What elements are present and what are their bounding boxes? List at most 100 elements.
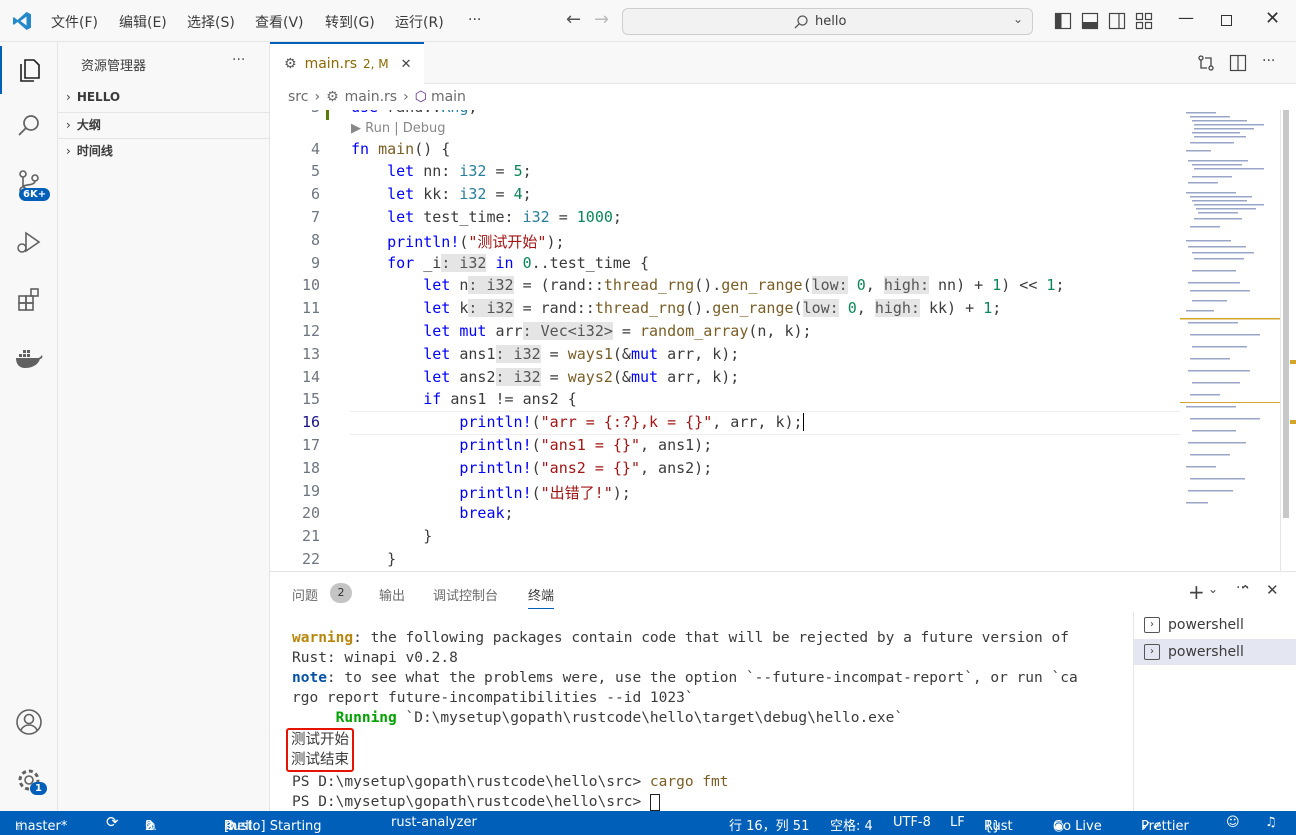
- menu-go[interactable]: 转到(G): [325, 12, 375, 32]
- code-line: let ans1: i32 = ways1(&mut arr, k);: [423, 345, 740, 363]
- menu-more[interactable]: ···: [468, 12, 481, 28]
- status-bar: ⑂ master* ⟳ ⊗ 0 ⚠ 2 Rust: ⚙ [hello] Start…: [0, 811, 1296, 835]
- explorer-activity[interactable]: [0, 46, 58, 94]
- terminal-item-label: powershell: [1168, 617, 1244, 633]
- chevron-down-icon[interactable]: ⌄: [1013, 12, 1023, 26]
- search-activity[interactable]: [0, 102, 58, 150]
- chevron-right-icon: ›: [66, 143, 71, 158]
- codelens-run-debug[interactable]: ▶ Run | Debug: [351, 121, 445, 136]
- section-outline[interactable]: › 大纲: [58, 112, 269, 136]
- breadcrumb: src › ⚙ main.rs › ⬡ main: [270, 84, 1296, 110]
- account-icon: [16, 709, 42, 735]
- code-editor[interactable]: 3 use rand::Rng; ▶ Run | Debug 4 fn main…: [270, 110, 1180, 571]
- menu-edit[interactable]: 编辑(E): [119, 12, 167, 32]
- run-debug-activity[interactable]: [0, 218, 58, 266]
- terminal-line: PS D:\mysetup\gopath\rustcode\hello\src>…: [292, 774, 729, 790]
- terminal-output[interactable]: warning: the following packages contain …: [286, 628, 1132, 812]
- tab-debug-console[interactable]: 调试控制台: [433, 585, 498, 604]
- toggle-sidebar-icon[interactable]: [1054, 12, 1072, 30]
- line-number: 15: [301, 390, 320, 408]
- docker-icon: [16, 350, 43, 368]
- indentation[interactable]: 空格: 4: [830, 815, 873, 834]
- cursor-position[interactable]: 行 16，列 51: [729, 815, 809, 834]
- close-tab-icon[interactable]: ✕: [401, 57, 412, 72]
- terminal-item-label: powershell: [1168, 644, 1244, 660]
- terminal-item[interactable]: › powershell: [1134, 612, 1296, 638]
- code-line: println!("arr = {:?},k = {}", arr, k);: [351, 413, 813, 431]
- bottom-panel: 问题 2 输出 调试控制台 终端 + ⌄ ··· ⌃ ✕ warning: th…: [270, 571, 1296, 812]
- open-changes-icon[interactable]: [1197, 54, 1215, 72]
- minimize-icon[interactable]: —: [1178, 8, 1194, 27]
- terminal-line: warning: the following packages contain …: [292, 630, 1069, 646]
- line-number: 12: [301, 322, 320, 340]
- forward-arrow-icon[interactable]: →: [594, 9, 609, 30]
- manage-activity[interactable]: 1: [0, 756, 58, 804]
- rust-state: [hello] Starting: [224, 819, 322, 834]
- editor-scrollbar[interactable]: [1280, 110, 1296, 571]
- code-line: println!("ans2 = {}", ans2);: [459, 459, 713, 477]
- menu-view[interactable]: 查看(V): [255, 12, 304, 32]
- notifications-bell-icon[interactable]: ♫: [1265, 815, 1277, 830]
- new-terminal-icon[interactable]: +: [1188, 580, 1205, 604]
- activity-bar: 6K+ 1: [0, 42, 58, 811]
- encoding[interactable]: UTF-8: [893, 815, 931, 830]
- maximize-panel-icon[interactable]: ⌃: [1239, 582, 1252, 600]
- line-number: 3: [270, 110, 320, 116]
- rust-analyzer-status[interactable]: rust-analyzer: [391, 815, 477, 830]
- scrollbar-thumb[interactable]: [1283, 110, 1289, 518]
- more-actions-icon[interactable]: ···: [232, 52, 245, 68]
- editor-more-icon[interactable]: ···: [1262, 53, 1275, 69]
- line-number: 14: [301, 368, 320, 386]
- accounts-activity[interactable]: [0, 698, 58, 746]
- tab-main-rs[interactable]: ⚙ main.rs 2, M ✕: [270, 42, 424, 84]
- warning-count: 2: [145, 819, 154, 834]
- section-label: 大纲: [76, 118, 101, 132]
- line-number: 18: [301, 459, 320, 477]
- command-center-search[interactable]: hello ⌄: [622, 8, 1033, 35]
- search-icon: [794, 15, 808, 29]
- tab-problems[interactable]: 问题: [292, 585, 318, 604]
- sidebar-title: 资源管理器: [81, 59, 147, 74]
- toggle-secondary-sidebar-icon[interactable]: [1108, 12, 1126, 30]
- terminal-cursor: [649, 793, 660, 811]
- code-line: let k: i32 = rand::thread_rng().gen_rang…: [423, 299, 1002, 317]
- terminal-item-active[interactable]: › powershell: [1134, 639, 1296, 665]
- vscode-logo-icon[interactable]: [12, 11, 32, 31]
- docker-activity[interactable]: [0, 334, 58, 382]
- menu-run[interactable]: 运行(R): [395, 12, 444, 32]
- split-editor-icon[interactable]: [1229, 54, 1247, 72]
- line-number: 16: [301, 413, 320, 431]
- chevron-right-icon: ›: [403, 89, 409, 105]
- tab-output[interactable]: 输出: [379, 585, 405, 604]
- terminal-line: rgo report future-incompatibilities --id…: [292, 690, 694, 706]
- close-window-icon[interactable]: ✕: [1265, 8, 1280, 29]
- line-number: 13: [301, 345, 320, 363]
- customize-layout-icon[interactable]: [1135, 12, 1153, 30]
- extensions-activity[interactable]: [0, 276, 58, 324]
- breadcrumb-file[interactable]: main.rs: [345, 89, 397, 105]
- toggle-panel-icon[interactable]: [1081, 12, 1099, 30]
- tab-terminal[interactable]: 终端: [528, 585, 555, 609]
- code-line: if ans1 != ans2 {: [423, 390, 577, 408]
- terminal-list: › powershell › powershell: [1133, 612, 1296, 812]
- back-arrow-icon[interactable]: ←: [566, 9, 581, 30]
- warning-marker: [1290, 420, 1296, 424]
- chevron-down-icon[interactable]: ⌄: [1208, 582, 1218, 596]
- rust-file-icon: ⚙: [326, 89, 339, 105]
- section-hello[interactable]: › HELLO: [58, 85, 269, 109]
- sync-icon[interactable]: ⟳: [106, 813, 119, 831]
- line-number: 10: [301, 276, 320, 294]
- maximize-icon[interactable]: [1221, 15, 1233, 27]
- feedback-icon[interactable]: ☺: [1226, 815, 1240, 830]
- menu-file[interactable]: 文件(F): [51, 12, 98, 32]
- breadcrumb-symbol[interactable]: main: [431, 89, 466, 105]
- terminal-line: 测试结束: [291, 752, 349, 768]
- terminal-line: note: to see what the problems were, use…: [292, 670, 1078, 686]
- minimap[interactable]: [1180, 110, 1280, 571]
- menu-selection[interactable]: 选择(S): [187, 12, 235, 32]
- section-timeline[interactable]: › 时间线: [58, 138, 269, 162]
- source-control-activity[interactable]: 6K+: [0, 158, 58, 206]
- breadcrumb-folder[interactable]: src: [288, 89, 308, 105]
- end-of-line[interactable]: LF: [950, 815, 965, 830]
- close-panel-icon[interactable]: ✕: [1266, 581, 1279, 599]
